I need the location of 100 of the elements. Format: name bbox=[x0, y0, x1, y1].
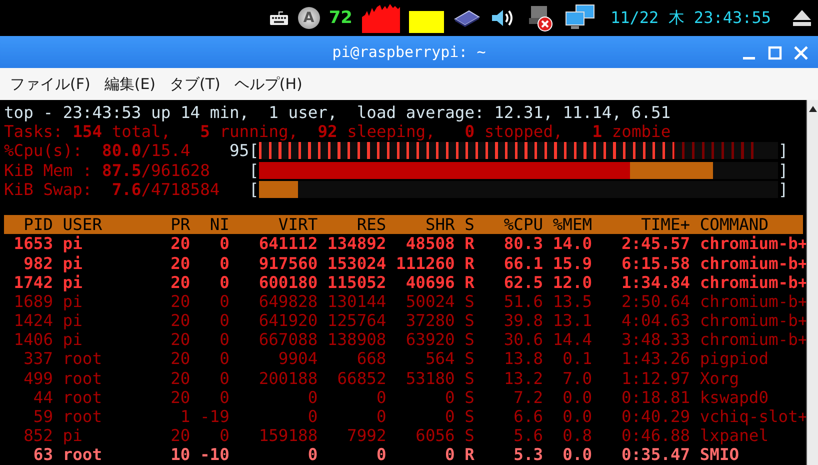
table-cell-text: root bbox=[62, 349, 104, 369]
column-header[interactable]: NI bbox=[190, 215, 230, 234]
table-cell-text: 125764 bbox=[326, 311, 386, 330]
table-cell-text: 0 bbox=[444, 388, 455, 407]
table-cell-text: 66.1 bbox=[502, 254, 544, 273]
menu-item[interactable]: ヘルプ(H) bbox=[234, 74, 302, 94]
table-cell-text: 0 bbox=[218, 272, 230, 292]
monitors-icon[interactable] bbox=[564, 4, 596, 32]
table-cell-text: 20 bbox=[170, 292, 190, 312]
table-cell-text: R bbox=[464, 272, 476, 292]
table-cell-text: 982 bbox=[22, 254, 53, 273]
table-cell-text: 3:48.33 bbox=[620, 330, 690, 350]
table-cell-text: 0.0 bbox=[562, 388, 592, 407]
table-cell-text: 0.0 bbox=[562, 407, 592, 426]
bracket: ] bbox=[778, 180, 788, 199]
table-cell-text: 53180 bbox=[404, 368, 455, 388]
column-header[interactable]: RES bbox=[318, 215, 386, 234]
table-cell-text: 66852 bbox=[336, 368, 386, 388]
bracket: ] bbox=[778, 141, 788, 161]
table-cell-text: 20 bbox=[170, 349, 190, 369]
table-cell-text: 1689 bbox=[12, 292, 53, 312]
table-cell-text: 30.6 bbox=[502, 330, 544, 350]
column-header[interactable]: USER bbox=[53, 215, 152, 234]
column-header[interactable]: SHR bbox=[386, 215, 455, 234]
drive-icon[interactable] bbox=[452, 8, 480, 28]
cpu-graph-drawing[interactable] bbox=[362, 3, 400, 33]
table-cell-text: 12.0 bbox=[552, 272, 592, 292]
table-cell-text: 5.6 bbox=[512, 426, 544, 446]
eject-icon[interactable] bbox=[792, 9, 812, 27]
table-cell-text: 0 bbox=[218, 426, 230, 446]
table-cell-text: 0 bbox=[306, 445, 318, 465]
column-header[interactable]: S bbox=[454, 215, 484, 234]
table-cell-text: 1424 bbox=[12, 311, 53, 330]
table-cell-text: 0 bbox=[306, 388, 318, 407]
table-cell-text: pigpiod bbox=[698, 349, 770, 369]
table-cell-text: 59 bbox=[32, 407, 53, 426]
column-header[interactable]: %MEM bbox=[543, 215, 592, 234]
table-cell-text: 0 bbox=[218, 292, 230, 312]
table-cell-text: 0 bbox=[375, 407, 386, 426]
table-cell-text: 40696 bbox=[404, 272, 455, 292]
table-cell-text: 20 bbox=[170, 368, 190, 388]
table-cell-text: 499 bbox=[22, 368, 53, 388]
meter-label: KiB Swap: 7.6/4718584 bbox=[4, 180, 220, 199]
column-header[interactable]: PID bbox=[4, 215, 53, 234]
table-cell-text: 1:12.97 bbox=[620, 368, 690, 388]
column-header[interactable]: TIME+ bbox=[592, 215, 690, 234]
input-method-indicator[interactable]: A bbox=[298, 7, 320, 29]
bracket: ] bbox=[778, 160, 788, 180]
scrollbar[interactable] bbox=[806, 100, 818, 465]
table-cell-text: 0:46.88 bbox=[620, 426, 690, 446]
table-cell-text: 20 bbox=[170, 254, 190, 273]
table-cell-text: 0:35.47 bbox=[620, 445, 690, 465]
meter-total: 95 bbox=[229, 141, 250, 161]
column-header[interactable]: VIRT bbox=[229, 215, 318, 234]
table-cell-text: 1653 bbox=[12, 234, 53, 254]
clock[interactable]: 11/22 木 23:43:55 bbox=[610, 8, 771, 28]
column-header[interactable]: COMMAND bbox=[690, 215, 818, 234]
menu-item[interactable]: 編集(E) bbox=[104, 74, 156, 94]
column-header[interactable]: %CPU bbox=[484, 215, 544, 234]
table-cell-text: chromium-b+ bbox=[698, 234, 809, 254]
table-cell-text: 62.5 bbox=[502, 272, 544, 292]
table-cell-text: SMIO bbox=[698, 445, 740, 465]
menu-item[interactable]: ファイル(F) bbox=[10, 74, 90, 94]
table-cell-text: S bbox=[464, 426, 476, 446]
table-cell-text: 48508 bbox=[404, 234, 455, 254]
table-cell-text: R bbox=[464, 254, 476, 273]
table-cell-text: 20 bbox=[170, 426, 190, 446]
table-cell-text: 44 bbox=[32, 388, 53, 407]
table-cell-text: 111260 bbox=[395, 254, 455, 273]
close-icon[interactable] bbox=[794, 46, 808, 60]
table-cell-text: 0.8 bbox=[562, 426, 592, 446]
table-cell-text: 0 bbox=[375, 445, 386, 465]
bracket: [ bbox=[249, 180, 259, 199]
table-cell-text: 13.8 bbox=[502, 349, 544, 369]
table-cell-text: 13.5 bbox=[552, 292, 592, 312]
menu-item[interactable]: タブ(T) bbox=[170, 74, 220, 94]
table-cell-text: 0:40.29 bbox=[620, 407, 690, 426]
maximize-icon[interactable] bbox=[768, 46, 782, 60]
table-cell-text: 20 bbox=[170, 311, 190, 330]
table-cell-text: 0 bbox=[218, 234, 230, 254]
table-cell-text: pi bbox=[62, 330, 84, 350]
table-cell-text: 14.0 bbox=[552, 234, 592, 254]
table-cell-text: root bbox=[62, 407, 104, 426]
table-cell-text: vchiq-slot+ bbox=[698, 407, 809, 426]
table-cell-text: 0 bbox=[375, 388, 386, 407]
table-cell-text: 5.3 bbox=[512, 445, 544, 465]
speaker-icon[interactable] bbox=[490, 7, 516, 29]
table-cell-text: S bbox=[464, 292, 476, 312]
cpu-reading: 72 bbox=[328, 8, 352, 28]
table-cell-text: 138908 bbox=[326, 330, 386, 350]
table-cell-text: 50024 bbox=[404, 292, 455, 312]
table-cell-text: 20 bbox=[170, 388, 190, 407]
column-header[interactable]: PR bbox=[151, 215, 190, 234]
keyboard-icon[interactable] bbox=[268, 10, 289, 26]
table-cell-text: chromium-b+ bbox=[698, 254, 809, 273]
scroll-up-icon[interactable] bbox=[808, 106, 816, 112]
table-cell-text: pi bbox=[62, 311, 84, 330]
bracket: [ bbox=[249, 160, 259, 180]
table-cell-text: 6.6 bbox=[512, 407, 544, 426]
table-cell-text: 667088 bbox=[258, 330, 318, 350]
